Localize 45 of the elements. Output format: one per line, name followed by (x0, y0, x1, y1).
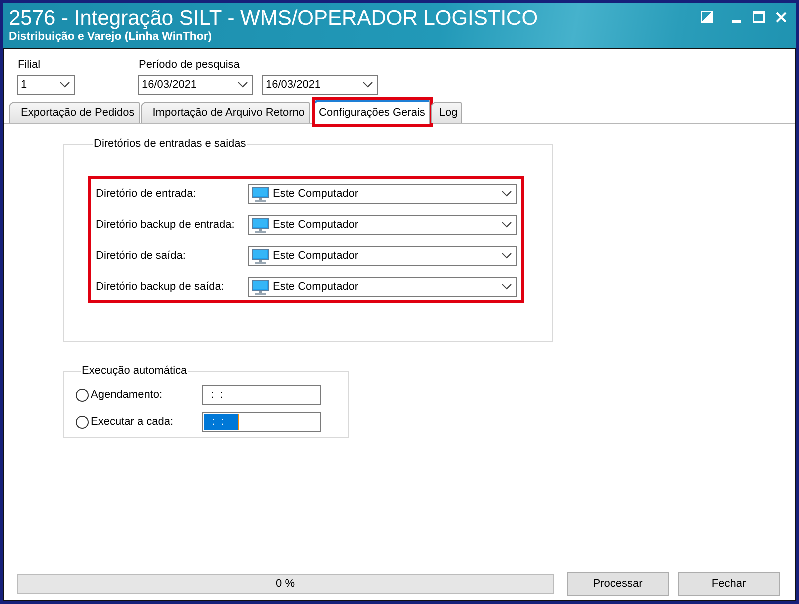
computer-icon (252, 186, 269, 202)
window-subtitle: Distribuição e Varejo (Linha WinThor) (9, 31, 212, 44)
half-filled-square-icon[interactable] (701, 11, 713, 23)
action-button[interactable]: Processar (567, 572, 669, 596)
tab[interactable]: Log (431, 102, 462, 123)
date-dropdown[interactable]: 16/03/2021 (262, 75, 378, 95)
field-label: Diretório de saída: (96, 250, 186, 262)
tab[interactable]: Configurações Gerais (314, 99, 430, 124)
radio-button[interactable] (76, 388, 89, 402)
directory-dropdown[interactable]: Este Computador (248, 184, 517, 204)
field-label: Diretório backup de saída: (96, 281, 224, 293)
option-label: Agendamento: (90, 389, 163, 401)
chevron-down-icon (502, 222, 512, 228)
option-label: Executar a cada: (90, 416, 174, 428)
time-input[interactable]: : : (202, 412, 321, 432)
directory-dropdown[interactable]: Este Computador (248, 277, 517, 297)
branch-dropdown[interactable]: 1 (17, 75, 75, 95)
chevron-down-icon (502, 253, 512, 259)
directory-dropdown[interactable]: Este Computador (248, 246, 517, 266)
group-title: Diretórios de entradas e saidas (93, 137, 248, 151)
tab[interactable]: Exportação de Pedidos (9, 102, 140, 123)
directory-dropdown[interactable]: Este Computador (248, 215, 517, 235)
field-label: Diretório backup de entrada: (96, 219, 235, 231)
field-label: Diretório de entrada: (96, 188, 196, 200)
close-icon[interactable] (776, 12, 787, 22)
chevron-down-icon (238, 82, 248, 88)
computer-icon (252, 218, 269, 232)
date-dropdown[interactable]: 16/03/2021 (138, 75, 253, 95)
chevron-down-icon (502, 284, 512, 290)
chevron-down-icon (502, 191, 512, 197)
time-input[interactable]: : : (202, 385, 321, 405)
computer-icon (252, 280, 269, 294)
maximize-icon[interactable] (753, 11, 765, 23)
chevron-down-icon (363, 82, 373, 88)
chevron-down-icon (60, 82, 70, 88)
action-button[interactable]: Fechar (678, 572, 780, 596)
field-label: Filial (17, 58, 41, 72)
computer-icon (252, 248, 269, 264)
tab[interactable]: Importação de Arquivo Retorno (140, 102, 310, 123)
radio-button[interactable] (76, 416, 89, 428)
group-title: Execução automática (81, 364, 188, 378)
progress-reading: 0 % (276, 578, 295, 590)
field-label: Período de pesquisa (138, 58, 240, 72)
window-title: 2576 - Integração SILT - WMS/OPERADOR LOGISTICO (9, 6, 538, 31)
text-selection: : : (204, 414, 238, 430)
